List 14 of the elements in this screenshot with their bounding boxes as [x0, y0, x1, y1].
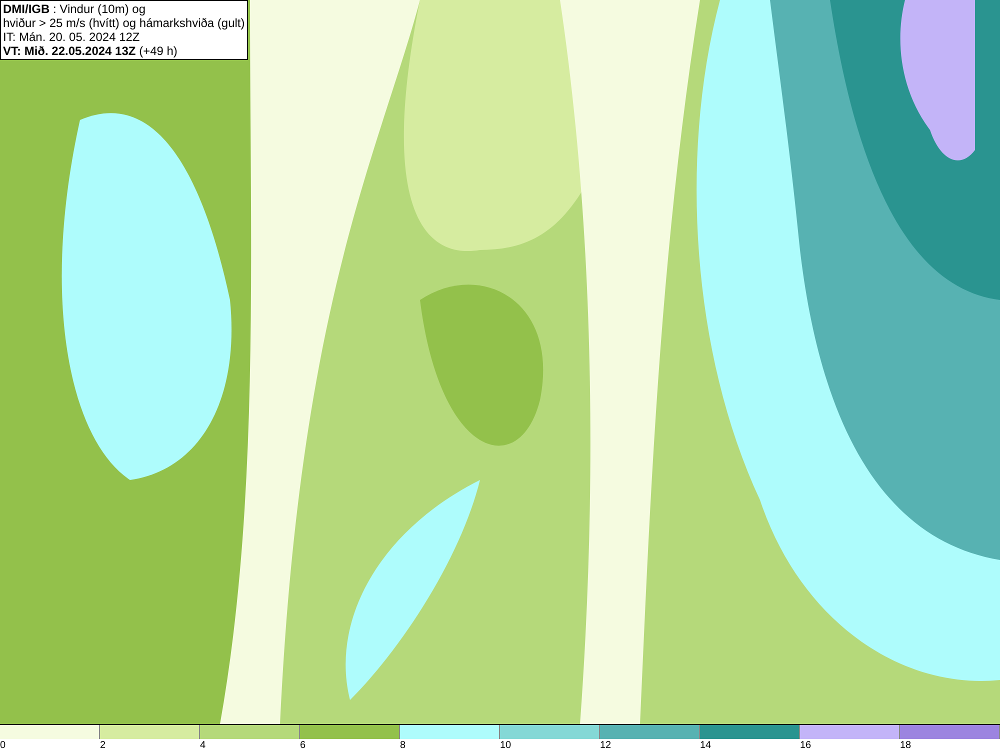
legend-label: 0 — [0, 739, 6, 753]
legend-label: 12 — [600, 739, 612, 753]
map-title: DMI/IGB : Vindur (10m) og — [3, 2, 146, 16]
legend-label: 18 — [900, 739, 912, 753]
map-subtitle: hviður > 25 m/s (hvítt) og hámarkshviða (gult) — [3, 16, 245, 30]
legend-label: 14 — [700, 739, 712, 753]
legend-label: 6 — [300, 739, 306, 753]
legend-label: 4 — [200, 739, 206, 753]
legend-label: 16 — [800, 739, 812, 753]
map-subtitle: IT: Mán. 20. 05. 2024 12Z — [3, 30, 141, 44]
legend-label: 10 — [500, 739, 512, 753]
legend-label: 2 — [100, 739, 106, 753]
map-subtitle: VT: Mið. 22.05.2024 13Z (+49 h) — [3, 44, 178, 58]
legend-label: 8 — [400, 739, 406, 753]
